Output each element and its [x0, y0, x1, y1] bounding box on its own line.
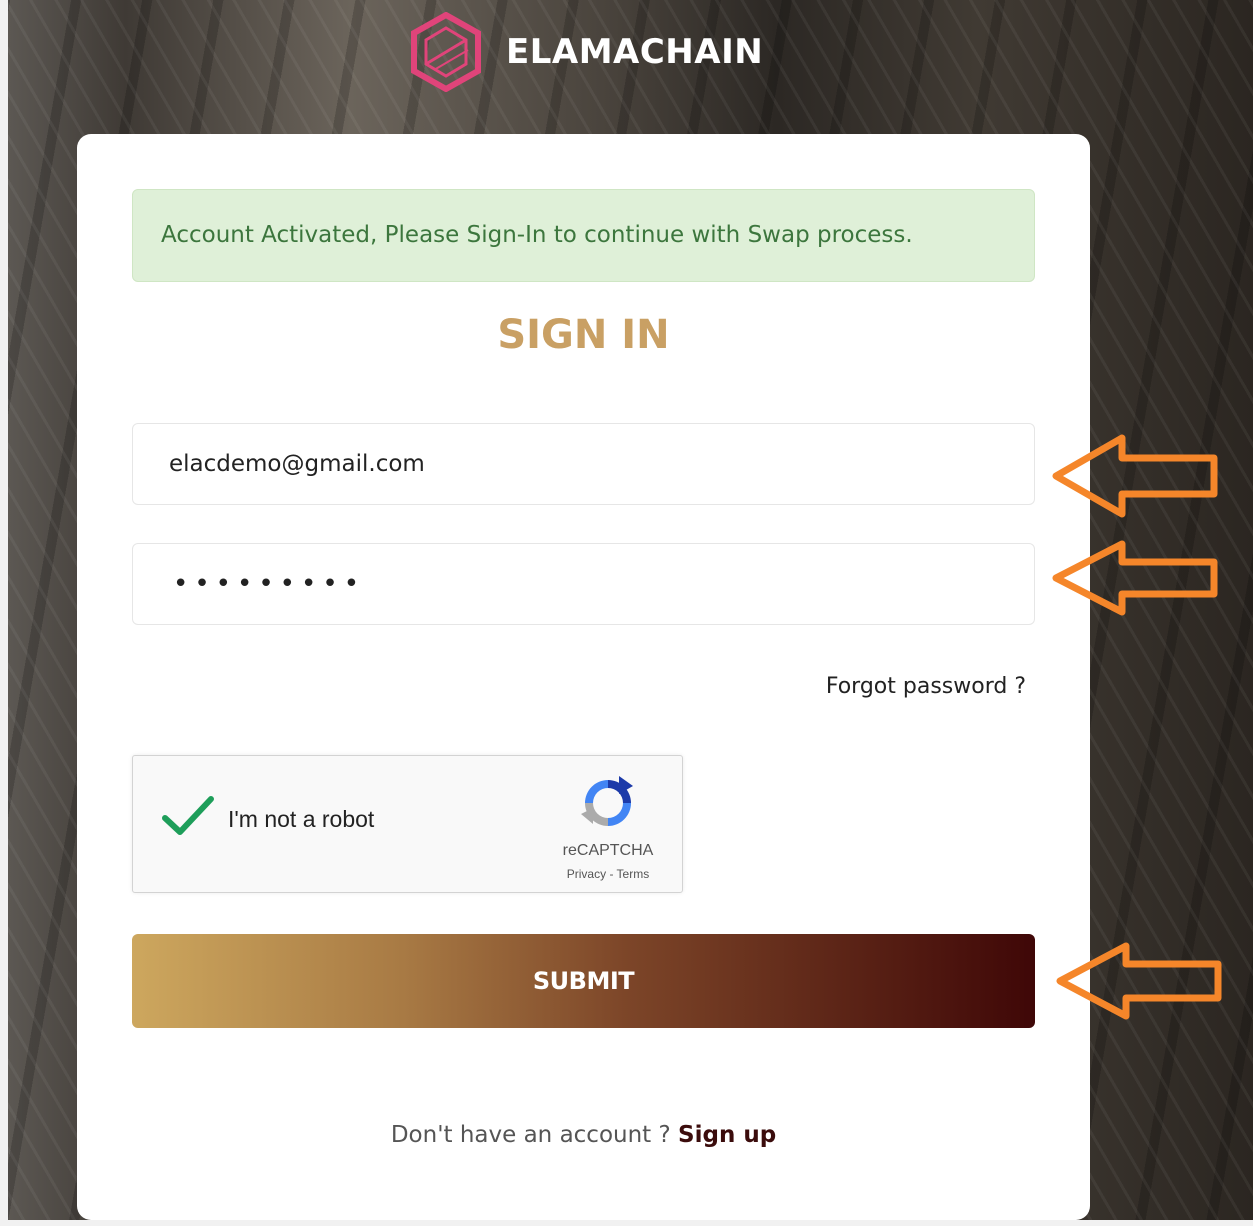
captcha-brand: reCAPTCHA [562, 842, 654, 859]
elamachain-logo-icon [411, 12, 481, 92]
recaptcha-logo-icon [581, 776, 633, 826]
captcha-privacy-terms[interactable]: Privacy - Terms [533, 867, 683, 881]
captcha-label: I'm not a robot [228, 806, 375, 832]
brand-logo[interactable]: ELAMACHAIN [410, 12, 763, 92]
left-arrow-icon [1052, 434, 1218, 518]
signup-link[interactable]: Sign up [678, 1122, 776, 1148]
checkmark-icon[interactable] [161, 794, 215, 838]
email-input[interactable] [133, 424, 1034, 504]
left-arrow-icon [1052, 540, 1218, 616]
signup-row: Don't have an account ? Sign up [77, 1122, 1090, 1148]
success-alert: Account Activated, Please Sign-In to con… [132, 189, 1035, 282]
left-edge [0, 0, 8, 1226]
signup-prompt: Don't have an account ? [390, 1122, 671, 1148]
forgot-password-link[interactable]: Forgot password ? [826, 674, 1026, 699]
page-title: SIGN IN [497, 312, 670, 358]
email-field-wrapper [132, 423, 1035, 505]
password-input[interactable] [133, 544, 1034, 624]
submit-button[interactable]: SUBMIT [132, 934, 1035, 1028]
sign-in-card: Account Activated, Please Sign-In to con… [77, 134, 1090, 1220]
left-arrow-icon [1056, 942, 1222, 1020]
password-field-wrapper [132, 543, 1035, 625]
bottom-edge [0, 1220, 1253, 1226]
recaptcha-widget[interactable]: I'm not a robot reCAPTCHA Privacy - Term… [132, 755, 683, 893]
brand-name: ELAMACHAIN [506, 32, 764, 72]
